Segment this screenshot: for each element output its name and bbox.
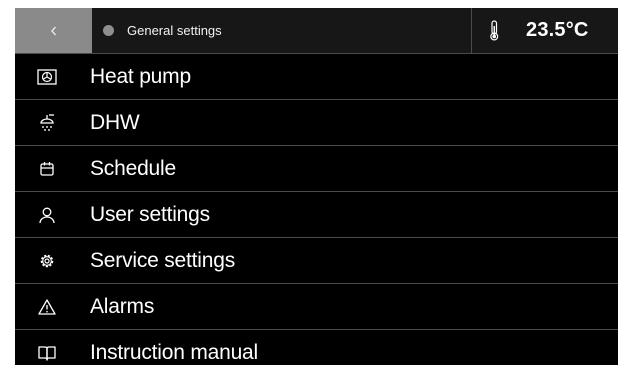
menu-item-label: Instruction manual <box>90 340 258 364</box>
chevron-left-icon <box>50 26 56 35</box>
menu-item-label: Schedule <box>90 156 176 180</box>
menu-item-heat-pump[interactable]: Heat pump <box>15 53 618 99</box>
heat-pump-icon <box>36 68 57 85</box>
temperature-display: 23.5°C <box>471 8 618 53</box>
book-icon <box>37 345 56 361</box>
menu-item-label: Service settings <box>90 248 236 272</box>
menu-item-alarms[interactable]: Alarms <box>15 283 618 329</box>
menu-item-schedule[interactable]: Schedule <box>15 145 618 191</box>
page-title: General settings <box>127 23 222 38</box>
menu-item-service-settings[interactable]: Service settings <box>15 237 618 283</box>
device-screen: General settings 23.5°C Heat pump DHW Sc… <box>15 8 618 365</box>
menu-item-instruction-manual[interactable]: Instruction manual <box>15 329 618 365</box>
header-bar: General settings 23.5°C <box>15 8 618 53</box>
menu-item-label: DHW <box>90 110 140 134</box>
user-icon <box>38 207 55 223</box>
menu-item-label: Alarms <box>90 294 155 318</box>
menu-item-dhw[interactable]: DHW <box>15 99 618 145</box>
thermometer-icon <box>490 20 499 41</box>
calendar-icon <box>39 161 54 176</box>
menu-item-user-settings[interactable]: User settings <box>15 191 618 237</box>
menu-item-label: User settings <box>90 202 210 226</box>
shower-icon <box>39 113 54 131</box>
status-dot <box>103 25 114 36</box>
back-button[interactable] <box>15 8 92 53</box>
temperature-value: 23.5°C <box>526 19 589 41</box>
settings-menu: Heat pump DHW Schedule User settings Ser… <box>15 53 618 365</box>
gear-icon <box>40 254 53 267</box>
menu-item-label: Heat pump <box>90 64 191 88</box>
breadcrumb: General settings <box>103 8 222 53</box>
warning-icon <box>37 298 56 315</box>
